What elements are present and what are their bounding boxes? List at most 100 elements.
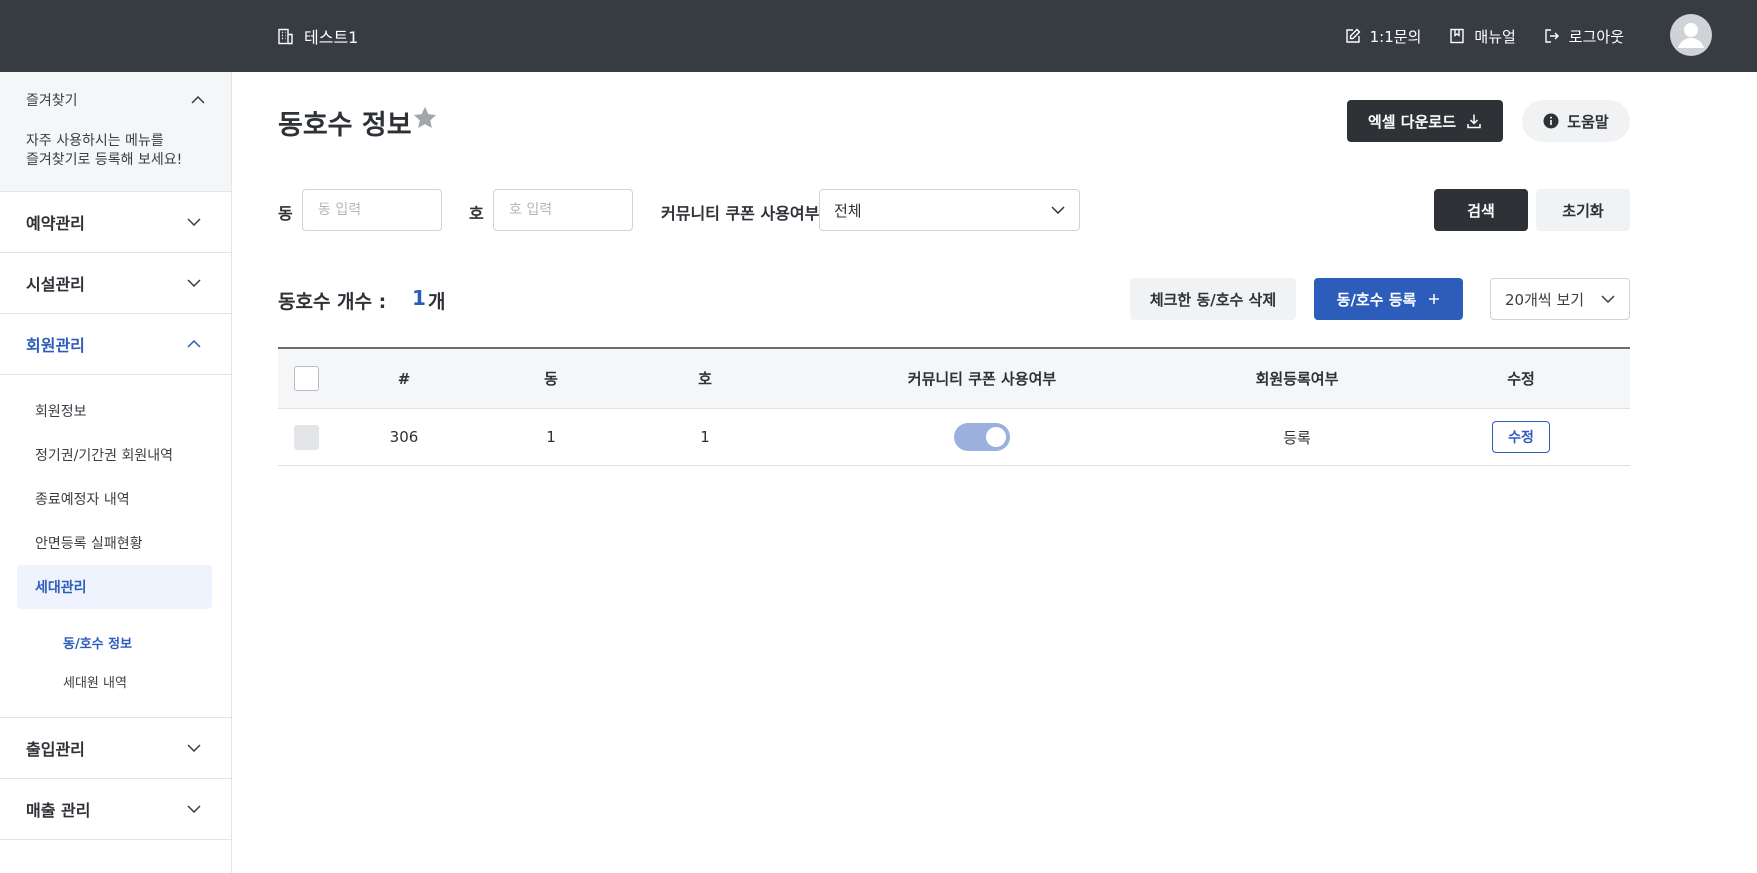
cell-dong: 1 (546, 428, 556, 446)
register-unit-button[interactable]: 동/호수 등록 (1314, 278, 1463, 320)
table-header: # 동 호 커뮤니티 쿠폰 사용여부 회원등록여부 수정 (278, 349, 1630, 409)
row-checkbox[interactable] (293, 424, 319, 450)
ho-label: 호 (469, 204, 484, 223)
manual-link[interactable]: 매뉴얼 (1449, 26, 1516, 47)
dong-label: 동 (278, 204, 293, 223)
sidebar-item-label: 시설관리 (26, 275, 85, 294)
chevron-down-icon (187, 805, 201, 813)
top-bar: 테스트1 1:1문의 매뉴얼 로그아웃 (0, 0, 1757, 72)
favorites-description: 자주 사용하시는 메뉴를 즐겨찾기로 등록해 보세요! (26, 132, 205, 170)
coupon-toggle[interactable] (954, 423, 1010, 451)
inquiry-link[interactable]: 1:1문의 (1345, 26, 1422, 47)
header-coupon: 커뮤니티 쿠폰 사용여부 (907, 370, 1057, 388)
register-unit-label: 동/호수 등록 (1336, 290, 1417, 309)
favorites-desc-line1: 자주 사용하시는 메뉴를 (26, 133, 164, 149)
units-table: # 동 호 커뮤니티 쿠폰 사용여부 회원등록여부 수정 306 1 1 등록 … (278, 347, 1630, 466)
select-all-checkbox[interactable] (293, 366, 319, 391)
inquiry-label: 1:1문의 (1369, 27, 1422, 46)
coupon-select-value: 전체 (834, 201, 862, 220)
toggle-knob (986, 427, 1006, 447)
download-icon (1466, 113, 1482, 129)
sidebar-item-access[interactable]: 출입관리 (0, 718, 231, 779)
help-button[interactable]: 도움말 (1522, 100, 1630, 142)
cell-registered: 등록 (1283, 428, 1311, 447)
submenu-face-failures[interactable]: 안면등록 실패현황 (0, 521, 231, 565)
header-registered: 회원등록여부 (1255, 370, 1339, 388)
logout-link[interactable]: 로그아웃 (1544, 26, 1624, 47)
table-row: 306 1 1 등록 수정 (278, 409, 1630, 466)
unit-count-unit: 개 (428, 291, 446, 313)
chevron-down-icon (187, 218, 201, 226)
site-selector[interactable]: 테스트1 (277, 0, 358, 72)
submenu-pass-history[interactable]: 정기권/기간권 회원내역 (0, 433, 231, 477)
delete-checked-button[interactable]: 체크한 동/호수 삭제 (1130, 278, 1296, 320)
sidebar-item-label: 회원관리 (26, 336, 85, 355)
submenu-member-info[interactable]: 회원정보 (0, 389, 231, 433)
submenu-unit-info[interactable]: 동/호수 정보 (0, 623, 231, 662)
sidebar-item-sales[interactable]: 매출 관리 (0, 779, 231, 840)
cell-coupon (782, 409, 1182, 465)
building-icon (277, 28, 294, 45)
chevron-down-icon (1601, 295, 1615, 303)
info-icon (1543, 113, 1559, 129)
star-icon[interactable] (411, 104, 439, 136)
header-number: # (397, 369, 411, 388)
household-submenu: 동/호수 정보 세대원 내역 (0, 609, 231, 701)
book-icon (1449, 28, 1465, 44)
header-ho: 호 (698, 370, 712, 388)
page-size-value: 20개씩 보기 (1505, 290, 1585, 309)
favorites-header[interactable]: 즐겨찾기 (26, 90, 205, 110)
ho-input[interactable] (493, 189, 633, 231)
sidebar: 즐겨찾기 자주 사용하시는 메뉴를 즐겨찾기로 등록해 보세요! 예약관리 시설… (0, 72, 232, 873)
excel-download-button[interactable]: 엑셀 다운로드 (1347, 100, 1503, 142)
submenu-resident-list[interactable]: 세대원 내역 (0, 662, 231, 701)
sidebar-item-label: 예약관리 (26, 214, 85, 233)
page-size-select[interactable]: 20개씩 보기 (1490, 278, 1630, 320)
chevron-down-icon (187, 744, 201, 752)
chevron-down-icon (187, 279, 201, 287)
logout-label: 로그아웃 (1568, 27, 1624, 46)
cell-ho: 1 (700, 428, 710, 446)
header-checkbox-cell (278, 349, 334, 408)
reset-button[interactable]: 초기화 (1536, 189, 1630, 231)
sidebar-item-facility[interactable]: 시설관리 (0, 253, 231, 314)
cell-edit: 수정 (1412, 409, 1630, 465)
excel-download-label: 엑셀 다운로드 (1367, 112, 1457, 131)
site-name: 테스트1 (304, 28, 359, 47)
chevron-down-icon (1051, 206, 1065, 214)
dong-input[interactable] (302, 189, 442, 231)
members-submenu: 회원정보 정기권/기간권 회원내역 종료예정자 내역 안면등록 실패현황 세대관… (0, 375, 231, 718)
plus-icon (1428, 293, 1440, 305)
unit-count-value: 1 (412, 286, 426, 310)
sidebar-item-label: 출입관리 (26, 740, 85, 759)
unit-count-label: 동호수 개수 : (278, 291, 387, 313)
help-label: 도움말 (1567, 112, 1609, 131)
search-button[interactable]: 검색 (1434, 189, 1528, 231)
edit-icon (1345, 28, 1361, 44)
header-dong: 동 (544, 370, 558, 388)
summary-row: 동호수 개수 : 1 개 체크한 동/호수 삭제 동/호수 등록 20개씩 보기 (278, 278, 1630, 320)
chevron-up-icon (187, 340, 201, 348)
header-edit: 수정 (1507, 370, 1535, 388)
manual-label: 매뉴얼 (1474, 27, 1516, 46)
sidebar-item-label: 매출 관리 (26, 801, 91, 820)
logout-icon (1544, 28, 1560, 44)
favorites-desc-line2: 즐겨찾기로 등록해 보세요! (26, 152, 183, 168)
user-avatar-icon[interactable] (1670, 14, 1712, 56)
favorites-title: 즐겨찾기 (26, 93, 78, 109)
sidebar-item-reservation[interactable]: 예약관리 (0, 192, 231, 253)
coupon-filter-label: 커뮤니티 쿠폰 사용여부 (661, 204, 820, 223)
submenu-expiring[interactable]: 종료예정자 내역 (0, 477, 231, 521)
submenu-household[interactable]: 세대관리 (17, 565, 212, 609)
title-row: 동호수 정보 엑셀 다운로드 도움말 (278, 100, 1630, 144)
cell-number: 306 (389, 428, 419, 446)
filter-row: 동 호 커뮤니티 쿠폰 사용여부 전체 검색 초기화 (278, 189, 1630, 231)
row-checkbox-cell (278, 409, 334, 465)
edit-button[interactable]: 수정 (1492, 421, 1550, 453)
header-links: 1:1문의 매뉴얼 로그아웃 (1345, 0, 1624, 72)
coupon-select[interactable]: 전체 (819, 189, 1080, 231)
favorites-panel: 즐겨찾기 자주 사용하시는 메뉴를 즐겨찾기로 등록해 보세요! (0, 72, 231, 192)
chevron-up-icon (191, 96, 205, 104)
page-title: 동호수 정보 (278, 110, 412, 141)
sidebar-item-members[interactable]: 회원관리 (0, 314, 231, 375)
